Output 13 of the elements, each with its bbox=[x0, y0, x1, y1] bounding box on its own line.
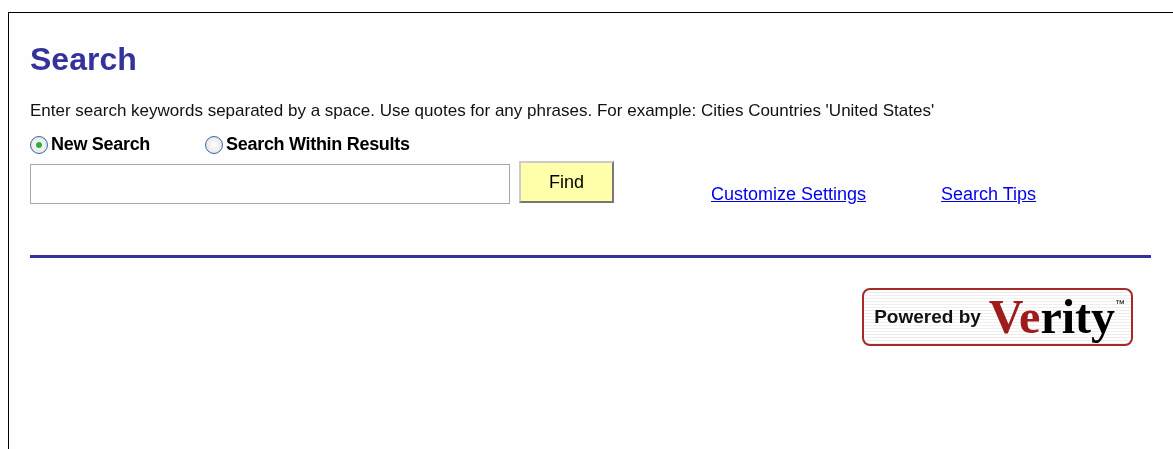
page-title: Search bbox=[30, 40, 138, 77]
link[interactable]: Customize Settings bbox=[711, 184, 867, 205]
search-mode-option[interactable]: New Search bbox=[30, 134, 151, 155]
trademark-mark: ™ bbox=[1115, 298, 1125, 309]
search-field[interactable] bbox=[30, 164, 510, 204]
logo-wordmark: Verity bbox=[988, 293, 1115, 341]
find-button[interactable]: Find bbox=[519, 161, 614, 203]
link[interactable]: Search Tips bbox=[941, 184, 1037, 205]
logo-prefix-text: Powered by bbox=[874, 306, 981, 328]
radio-button[interactable] bbox=[30, 135, 48, 154]
search-mode-option[interactable]: Search Within Results bbox=[205, 134, 410, 155]
instructions-text: Enter search keywords separated by a space. Use quotes for any phrases. For example: Cities Countries 'United States' bbox=[30, 100, 936, 122]
radio-button[interactable] bbox=[205, 135, 224, 154]
